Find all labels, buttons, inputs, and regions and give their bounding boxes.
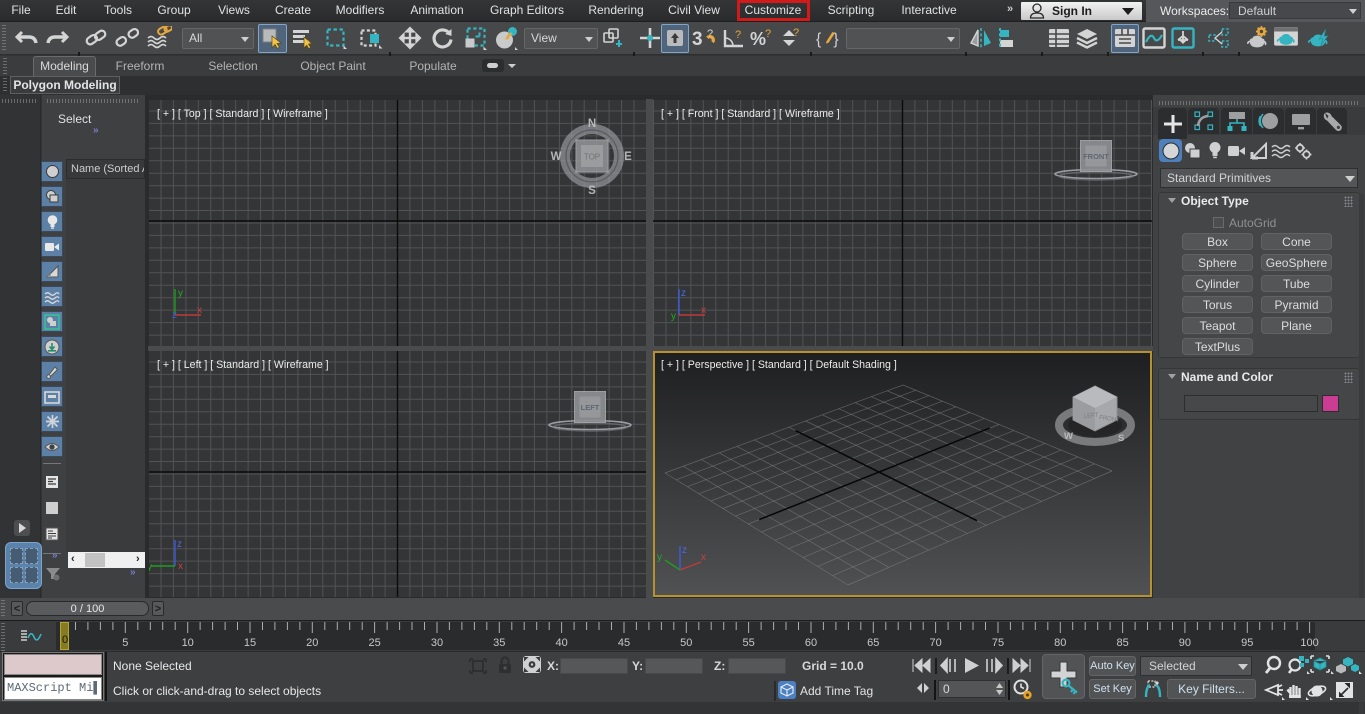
svg-text:N: N bbox=[588, 118, 596, 130]
svg-text:?: ? bbox=[707, 28, 713, 40]
svg-text:S: S bbox=[588, 185, 596, 197]
svg-text:[ + ] [ Perspective ] [ Standa: [ + ] [ Perspective ] [ Standard ] [ Def… bbox=[661, 359, 897, 371]
svg-text:10: 10 bbox=[182, 637, 194, 649]
svg-text:45: 45 bbox=[618, 637, 630, 649]
svg-text:20: 20 bbox=[306, 637, 318, 649]
svg-text:LEFT: LEFT bbox=[581, 403, 600, 412]
svg-text:x: x bbox=[197, 305, 202, 316]
svg-text:70: 70 bbox=[929, 637, 941, 649]
svg-text:?: ? bbox=[793, 27, 799, 39]
svg-text:z: z bbox=[177, 539, 182, 550]
svg-text:y: y bbox=[149, 562, 152, 573]
svg-text:TOP: TOP bbox=[584, 153, 600, 162]
svg-text:y: y bbox=[178, 288, 183, 299]
svg-text:z: z bbox=[681, 288, 686, 299]
svg-text:z: z bbox=[682, 545, 687, 556]
svg-text:90: 90 bbox=[1179, 637, 1191, 649]
svg-text:z: z bbox=[172, 310, 177, 321]
svg-text:%: % bbox=[750, 29, 766, 49]
svg-text:W: W bbox=[551, 151, 562, 163]
svg-text:25: 25 bbox=[368, 637, 380, 649]
svg-text:65: 65 bbox=[867, 637, 879, 649]
svg-text:[ + ] [ Front ] [ Standard ] [: [ + ] [ Front ] [ Standard ] [ Wireframe… bbox=[661, 108, 840, 120]
svg-text:3: 3 bbox=[692, 29, 703, 50]
svg-text:60: 60 bbox=[805, 637, 817, 649]
svg-text:30: 30 bbox=[431, 637, 443, 649]
svg-text:55: 55 bbox=[742, 637, 754, 649]
svg-text:?: ? bbox=[765, 28, 771, 40]
svg-text:y: y bbox=[671, 311, 676, 322]
svg-text:40: 40 bbox=[555, 637, 567, 649]
svg-text:S: S bbox=[1118, 433, 1124, 444]
svg-text:[ + ] [ Left ] [ Standard ] [: [ + ] [ Left ] [ Standard ] [ Wireframe … bbox=[157, 359, 329, 371]
svg-text:y: y bbox=[657, 552, 662, 563]
svg-text:?: ? bbox=[735, 29, 741, 41]
svg-text:[ + ] [ Top ] [ Standard ] [ W: [ + ] [ Top ] [ Standard ] [ Wireframe ] bbox=[157, 108, 328, 120]
svg-text:95: 95 bbox=[1241, 637, 1253, 649]
svg-text:15: 15 bbox=[244, 637, 256, 649]
svg-text:x: x bbox=[701, 305, 706, 316]
svg-text:E: E bbox=[624, 151, 632, 163]
svg-text:75: 75 bbox=[992, 637, 1004, 649]
svg-text:80: 80 bbox=[1054, 637, 1066, 649]
svg-text:85: 85 bbox=[1116, 637, 1128, 649]
svg-text:FRONT: FRONT bbox=[1083, 152, 1109, 161]
svg-text:x: x bbox=[178, 561, 183, 572]
svg-text:x: x bbox=[701, 552, 706, 563]
svg-text:5: 5 bbox=[122, 637, 128, 649]
svg-text:{: { bbox=[816, 31, 821, 48]
svg-text:100: 100 bbox=[1300, 637, 1318, 649]
svg-text:W: W bbox=[1064, 431, 1073, 442]
svg-text:50: 50 bbox=[680, 637, 692, 649]
svg-text:35: 35 bbox=[493, 637, 505, 649]
